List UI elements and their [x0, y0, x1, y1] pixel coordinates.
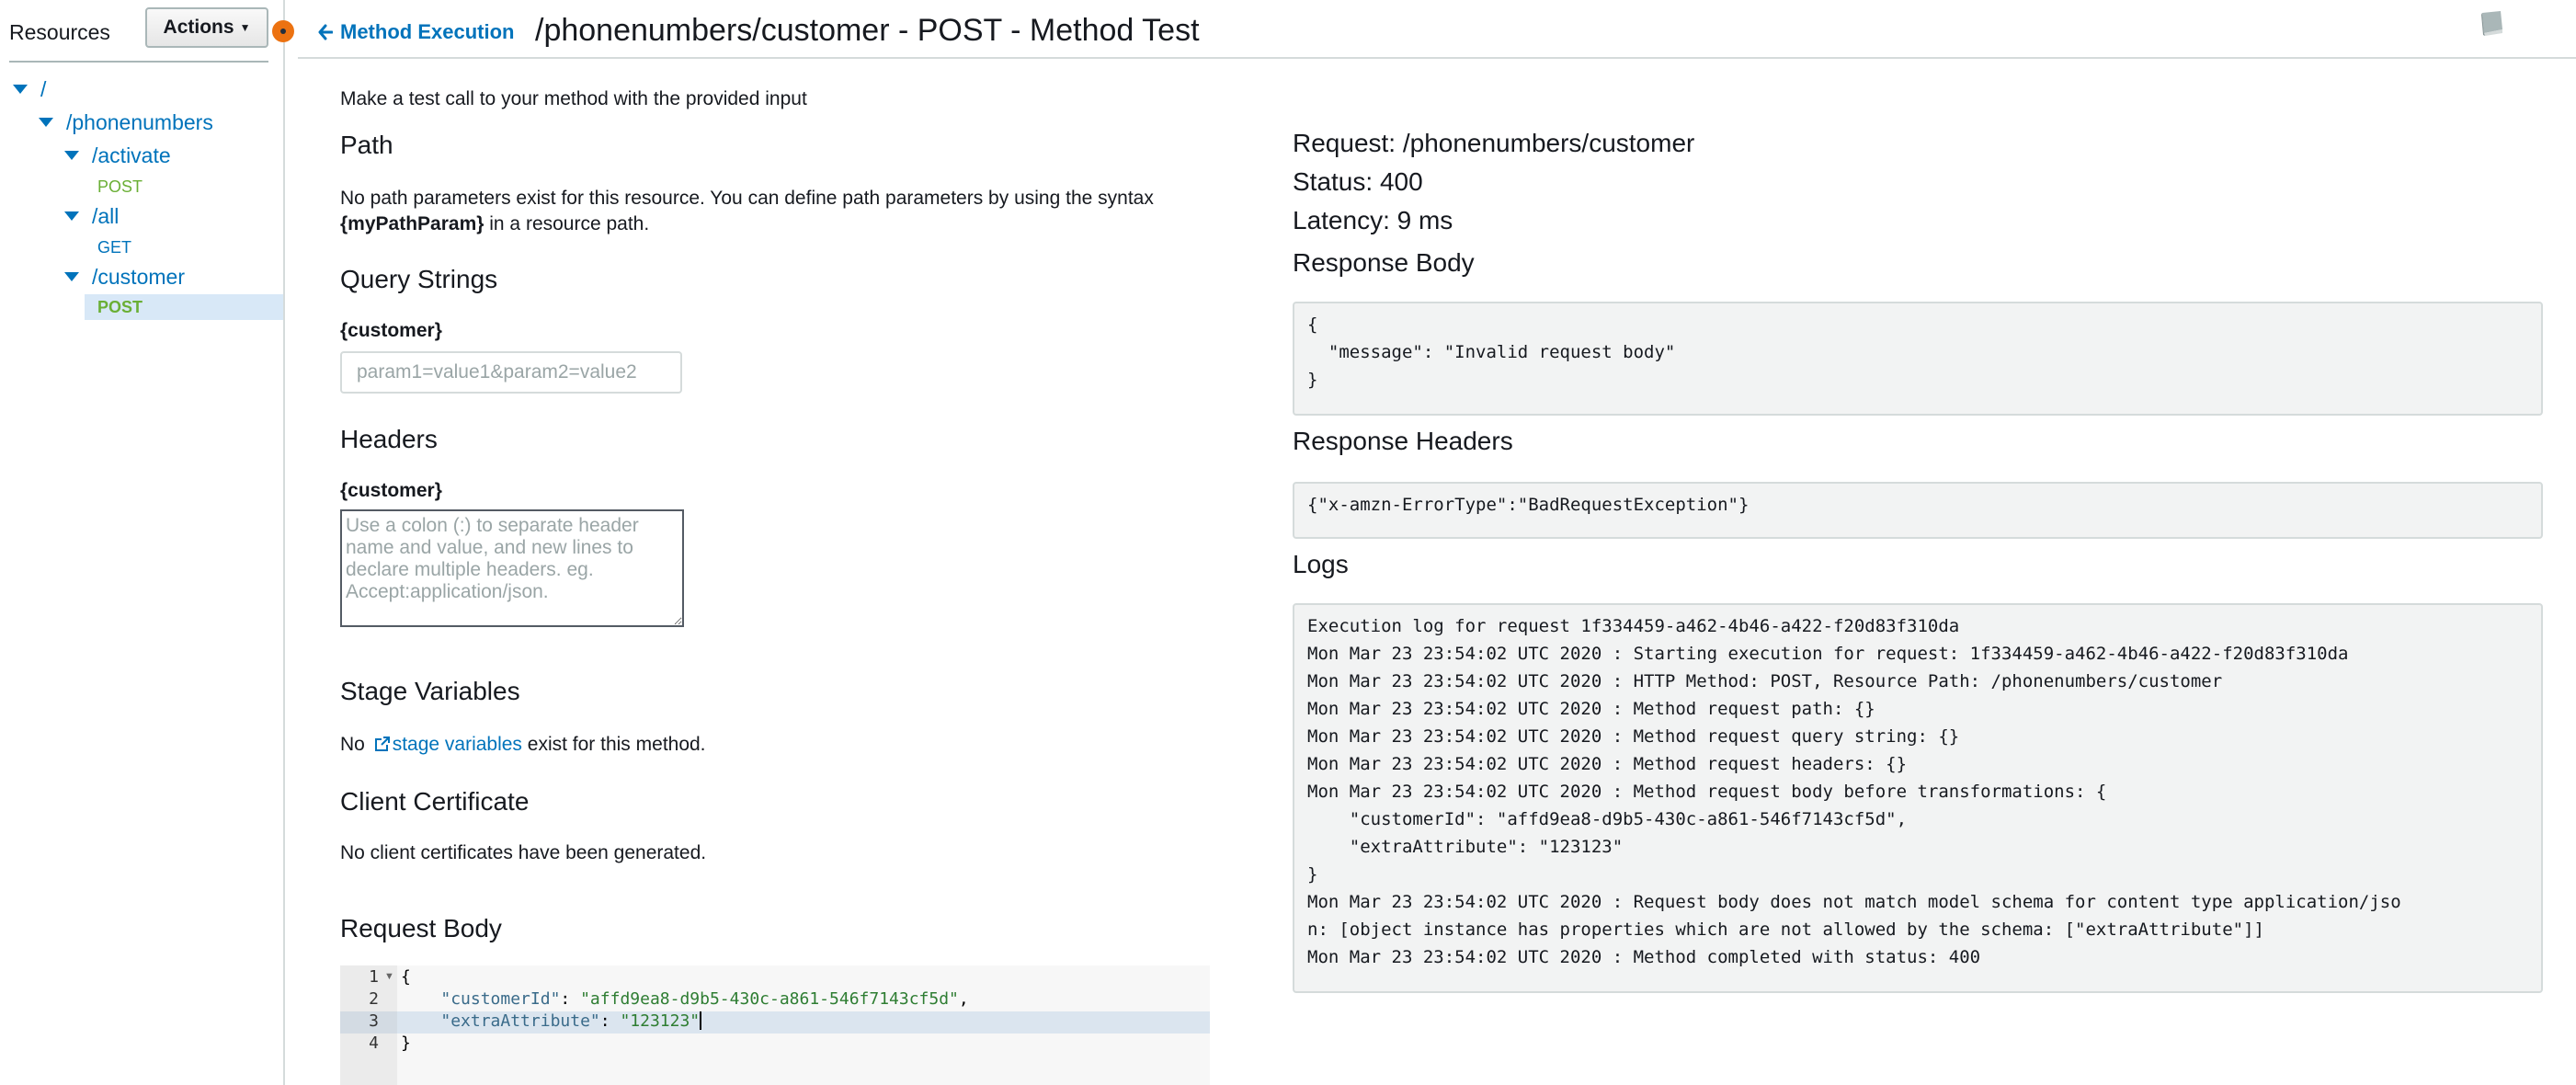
- sidebar-divider: [9, 61, 268, 63]
- path-description-text: No path parameters exist for this resour…: [340, 188, 1154, 209]
- code-line[interactable]: {: [401, 967, 411, 987]
- caret-down-icon[interactable]: [13, 85, 28, 94]
- caret-down-icon[interactable]: [64, 272, 79, 281]
- stage-variables-suffix: exist for this method.: [521, 734, 706, 755]
- book-icon[interactable]: [2477, 9, 2508, 37]
- path-description-suffix: in a resource path.: [484, 213, 650, 234]
- client-certificate-text: No client certificates have been generat…: [340, 842, 707, 863]
- tree-item-customer[interactable]: /customer: [64, 263, 185, 291]
- headers-textarea[interactable]: [340, 509, 684, 627]
- caret-down-icon: ▼: [239, 21, 251, 34]
- tree-item-label[interactable]: /customer: [92, 265, 185, 290]
- request-path: Request: /phonenumbers/customer: [1293, 129, 1695, 157]
- actions-label: Actions: [163, 17, 234, 38]
- response-headers-box: {"x-amzn-ErrorType":"BadRequestException…: [1293, 482, 2543, 539]
- tree-item-label[interactable]: /all: [92, 204, 119, 229]
- code-string: "affd9ea8-d9b5-430c-a861-546f7143cf5d": [580, 989, 959, 1009]
- line-number: 3: [369, 1011, 379, 1031]
- text-cursor: [700, 1011, 702, 1030]
- tree-item-phonenumbers[interactable]: /phonenumbers: [39, 108, 213, 136]
- fold-arrow-icon[interactable]: ▼: [384, 971, 394, 982]
- client-certificate-heading: Client Certificate: [340, 787, 530, 816]
- stage-variables-text: No stage variables exist for this method…: [340, 734, 706, 756]
- line-number: 1: [369, 967, 379, 987]
- tree-method-activate-post[interactable]: POST: [97, 175, 142, 199]
- code-line[interactable]: }: [401, 1034, 411, 1053]
- actions-button[interactable]: Actions ▼: [145, 7, 268, 48]
- code-key: "customerId": [440, 989, 561, 1009]
- code-line[interactable]: "extraAttribute": "123123": [401, 1011, 702, 1031]
- tree-item-label[interactable]: /phonenumbers: [66, 110, 213, 135]
- stage-variables-link-label[interactable]: stage variables: [393, 734, 522, 755]
- logs-heading: Logs: [1293, 550, 1349, 578]
- caret-down-icon[interactable]: [64, 151, 79, 160]
- query-strings-label: {customer}: [340, 320, 442, 341]
- dot-icon: [280, 29, 286, 34]
- intro-text: Make a test call to your method with the…: [340, 88, 807, 109]
- tree-item-label[interactable]: /: [40, 77, 46, 102]
- logs-box: Execution log for request 1f334459-a462-…: [1293, 603, 2543, 993]
- path-description: No path parameters exist for this resour…: [340, 186, 1204, 237]
- code-key: "extraAttribute": [440, 1011, 600, 1031]
- response-body-box: { "message": "Invalid request body" }: [1293, 302, 2543, 416]
- resources-title: Resources: [9, 20, 110, 44]
- code-string: "123123": [620, 1011, 701, 1031]
- external-link-icon: [374, 737, 390, 751]
- path-param-syntax: {myPathParam}: [340, 213, 484, 234]
- arrow-left-icon: [318, 24, 333, 40]
- tree-item-activate[interactable]: /activate: [64, 142, 171, 169]
- code-comma: ,: [958, 989, 969, 1009]
- tree-method-customer-post[interactable]: POST: [97, 295, 142, 319]
- stage-variables-link[interactable]: stage variables: [370, 734, 522, 755]
- tree-method-all-get[interactable]: GET: [97, 235, 131, 259]
- code-separator: :: [599, 1011, 621, 1031]
- response-body-heading: Response Body: [1293, 248, 1475, 277]
- response-status: Status: 400: [1293, 167, 1423, 196]
- request-body-heading: Request Body: [340, 914, 502, 942]
- headers-label: {customer}: [340, 480, 442, 501]
- query-strings-input[interactable]: [340, 351, 682, 394]
- response-headers-heading: Response Headers: [1293, 427, 1513, 455]
- path-heading: Path: [340, 131, 393, 159]
- back-link-label[interactable]: Method Execution: [340, 20, 514, 44]
- stage-variables-prefix: No: [340, 734, 370, 755]
- page-title: /phonenumbers/customer - POST - Method T…: [535, 13, 1200, 48]
- code-line[interactable]: "customerId": "affd9ea8-d9b5-430c-a861-5…: [401, 989, 969, 1009]
- tree-item-all[interactable]: /all: [64, 202, 119, 230]
- caret-down-icon[interactable]: [39, 118, 53, 127]
- response-latency: Latency: 9 ms: [1293, 206, 1453, 234]
- line-number: 4: [369, 1034, 379, 1053]
- method-execution-back-link[interactable]: Method Execution: [318, 20, 514, 44]
- query-strings-heading: Query Strings: [340, 265, 498, 293]
- tree-item-root[interactable]: /: [13, 75, 46, 103]
- caret-down-icon[interactable]: [64, 211, 79, 221]
- line-number: 2: [369, 989, 379, 1009]
- tree-item-label[interactable]: /activate: [92, 143, 171, 168]
- headers-heading: Headers: [340, 425, 438, 453]
- stage-variables-heading: Stage Variables: [340, 677, 520, 705]
- header-divider: [298, 57, 2576, 59]
- collapse-sidebar-handle[interactable]: [272, 20, 294, 42]
- code-separator: :: [560, 989, 581, 1009]
